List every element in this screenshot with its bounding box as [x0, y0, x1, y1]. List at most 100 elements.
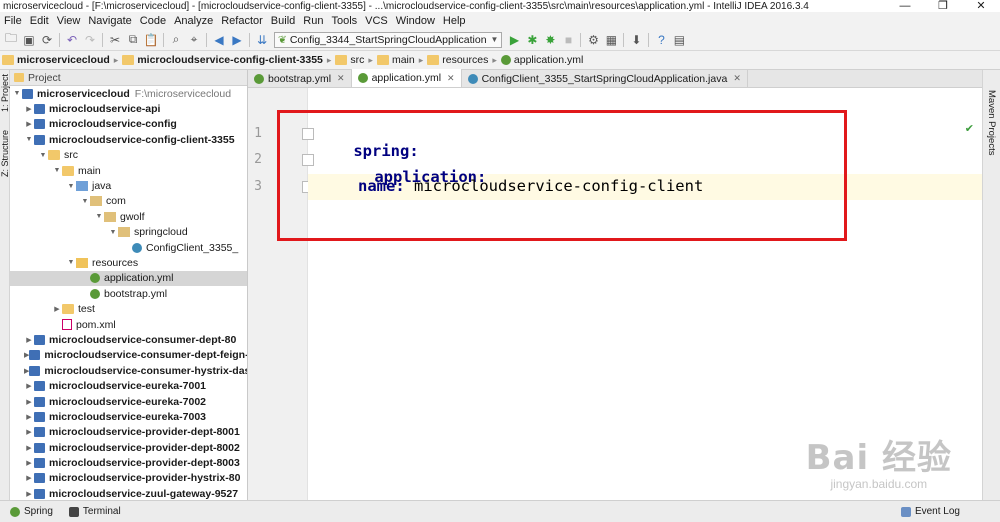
menu-code[interactable]: Code — [136, 15, 170, 27]
tree-folder[interactable]: ▼ java — [10, 178, 247, 193]
stop-icon[interactable]: ■ — [559, 31, 577, 49]
open-folder-icon[interactable]: 🗀 — [2, 31, 20, 49]
project-structure-icon[interactable]: ▦ — [602, 31, 620, 49]
menu-navigate[interactable]: Navigate — [84, 15, 135, 27]
tab-bootstrap-yml[interactable]: bootstrap.yml ✕ — [248, 70, 352, 87]
run-icon[interactable]: ▶ — [505, 31, 523, 49]
toolbar-separator — [580, 32, 582, 47]
breadcrumb-item[interactable]: resources ▸ — [427, 54, 501, 66]
menu-run[interactable]: Run — [299, 15, 327, 27]
menu-analyze[interactable]: Analyze — [170, 15, 217, 27]
close-button[interactable]: ✕ — [962, 0, 1000, 12]
cut-icon[interactable]: ✂ — [106, 31, 124, 49]
breadcrumb-item[interactable]: microcloudservice-config-client-3355 ▸ — [122, 54, 335, 66]
maximize-button[interactable]: ❐ — [924, 0, 962, 12]
undo-icon[interactable]: ↶ — [63, 31, 81, 49]
tree-label: gwolf — [120, 210, 145, 223]
tree-module[interactable]: ▼ microcloudservice-config-client-3355 — [10, 132, 247, 147]
tree-file-selected[interactable]: application.yml — [10, 270, 247, 287]
forward-icon[interactable]: ▶ — [228, 31, 246, 49]
tree-module[interactable]: ▶ microcloudservice-zuul-gateway-9527 — [10, 486, 247, 500]
menu-help[interactable]: Help — [439, 15, 470, 27]
breadcrumb-item[interactable]: src ▸ — [335, 54, 377, 66]
project-icon — [14, 73, 24, 82]
breadcrumb-item[interactable]: application.yml — [500, 54, 583, 66]
watermark-url: jingyan.baidu.com — [830, 477, 928, 491]
tree-folder[interactable]: ▼ main — [10, 163, 247, 178]
close-tab-icon[interactable]: ✕ — [447, 73, 455, 84]
find-icon[interactable]: ⌕ — [167, 31, 185, 49]
terminal-tool-button[interactable]: Terminal — [68, 506, 121, 517]
menu-view[interactable]: View — [53, 15, 85, 27]
breadcrumb-label: src — [350, 54, 365, 66]
tree-module[interactable]: ▶ microcloudservice-consumer-hystrix-das… — [10, 363, 247, 378]
status-label: Terminal — [82, 506, 121, 517]
tree-file[interactable]: pom.xml — [10, 317, 247, 332]
breadcrumb-item[interactable]: main ▸ — [376, 54, 427, 66]
settings-icon[interactable]: ⚙ — [584, 31, 602, 49]
tree-file[interactable]: ConfigClient_3355_ — [10, 240, 247, 255]
tree-package[interactable]: ▼ gwolf — [10, 209, 247, 224]
tree-module[interactable]: ▶ microcloudservice-api — [10, 101, 247, 116]
close-tab-icon[interactable]: ✕ — [733, 73, 741, 84]
expand-arrow-icon: ▼ — [67, 182, 75, 190]
minimize-button[interactable]: — — [886, 0, 924, 12]
back-icon[interactable]: ◀ — [210, 31, 228, 49]
save-all-icon[interactable]: ▣ — [20, 31, 38, 49]
tree-module[interactable]: ▶ microcloudservice-eureka-7001 — [10, 378, 247, 393]
tree-module[interactable]: ▶ microcloudservice-provider-hystrix-80 — [10, 471, 247, 486]
tab-configclient-java[interactable]: ConfigClient_3355_StartSpringCloudApplic… — [461, 70, 748, 87]
tree-module[interactable]: ▶ microcloudservice-provider-dept-8002 — [10, 440, 247, 455]
paste-icon[interactable]: 📋 — [142, 31, 160, 49]
tree-folder[interactable]: ▼ resources — [10, 255, 247, 270]
tree-package[interactable]: ▼ com — [10, 194, 247, 209]
maven-projects-tool-button[interactable]: Maven Projects — [986, 90, 997, 155]
collapse-arrow-icon: ▶ — [26, 336, 32, 344]
tree-folder[interactable]: ▼ src — [10, 148, 247, 163]
coverage-icon[interactable]: ✸ — [541, 31, 559, 49]
expand-arrow-icon: ▼ — [53, 167, 61, 175]
tree-module[interactable]: ▶ microcloudservice-eureka-7003 — [10, 409, 247, 424]
menu-edit[interactable]: Edit — [26, 15, 53, 27]
menu-build[interactable]: Build — [267, 15, 299, 27]
module-icon — [29, 350, 41, 361]
menu-vcs[interactable]: VCS — [361, 15, 392, 27]
tasks-icon[interactable]: ▤ — [670, 31, 688, 49]
redo-icon[interactable]: ↷ — [81, 31, 99, 49]
run-configuration-select[interactable]: ❦ Config_3344_StartSpringCloudApplicatio… — [274, 31, 503, 48]
menu-file[interactable]: File — [0, 15, 26, 27]
replace-icon[interactable]: ⌖ — [185, 31, 203, 49]
menu-tools[interactable]: Tools — [327, 15, 361, 27]
help-icon[interactable]: ? — [652, 31, 670, 49]
menu-window[interactable]: Window — [392, 15, 439, 27]
tree-file[interactable]: bootstrap.yml — [10, 286, 247, 301]
spring-tool-button[interactable]: Spring — [10, 506, 53, 517]
expand-arrow-icon: ▼ — [81, 197, 89, 205]
tree-label: application.yml — [104, 272, 174, 285]
tree-module[interactable]: ▶ microcloudservice-consumer-dept-feign-… — [10, 348, 247, 363]
breadcrumb-item[interactable]: microservicecloud ▸ — [2, 54, 122, 66]
event-log-button[interactable]: Event Log — [900, 506, 960, 517]
project-tool-button[interactable]: 1: Project — [0, 74, 10, 112]
make-project-icon[interactable]: ⇊ — [253, 31, 271, 49]
close-tab-icon[interactable]: ✕ — [337, 73, 345, 84]
menu-refactor[interactable]: Refactor — [217, 15, 267, 27]
debug-icon[interactable]: ✱ — [523, 31, 541, 49]
tab-application-yml[interactable]: application.yml ✕ — [351, 69, 462, 87]
copy-icon[interactable]: ⧉ — [124, 31, 142, 49]
tree-module[interactable]: ▶ microcloudservice-config — [10, 117, 247, 132]
tree-module[interactable]: ▶ microcloudservice-provider-dept-8003 — [10, 455, 247, 470]
tree-root[interactable]: ▼ microservicecloud F:\microservicecloud — [10, 86, 247, 101]
toolbar-separator — [59, 32, 60, 47]
menu-bar: File Edit View Navigate Code Analyze Ref… — [0, 12, 1000, 29]
tree-module[interactable]: ▶ microcloudservice-provider-dept-8001 — [10, 425, 247, 440]
structure-tool-button[interactable]: Z: Structure — [0, 130, 10, 177]
project-panel-header[interactable]: Project — [10, 70, 247, 86]
tree-module[interactable]: ▶ microcloudservice-eureka-7002 — [10, 394, 247, 409]
tree-module[interactable]: ▶ microcloudservice-consumer-dept-80 — [10, 332, 247, 347]
sdk-icon[interactable]: ⬇ — [627, 31, 645, 49]
sync-icon[interactable]: ⟳ — [38, 31, 56, 49]
tree-package[interactable]: ▼ springcloud — [10, 225, 247, 240]
tree-folder[interactable]: ▶ test — [10, 301, 247, 316]
tab-label: application.yml — [371, 72, 442, 84]
